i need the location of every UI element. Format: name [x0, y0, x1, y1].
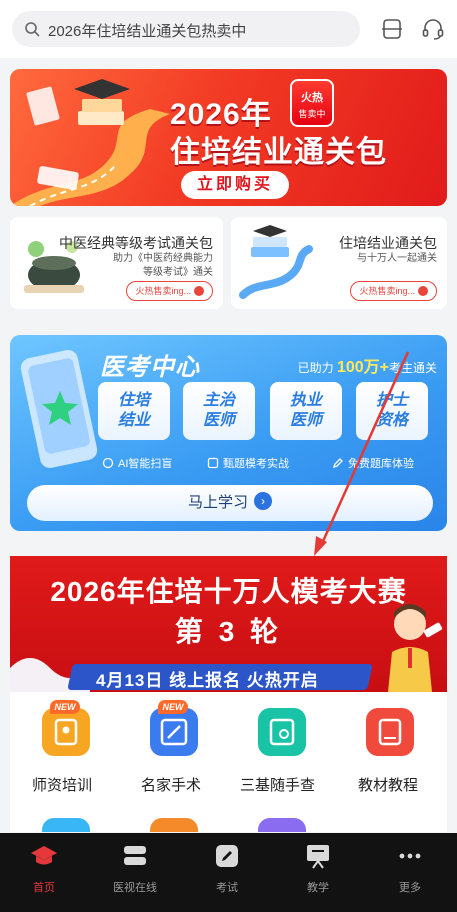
help-suffix: 考生通关: [388, 361, 437, 375]
tile-line2: 医师: [289, 412, 322, 429]
tab-label: 医视在线: [113, 882, 157, 894]
arrow-dot-icon: [418, 286, 428, 296]
grid-label-teacher-training[interactable]: 师资培训: [32, 774, 92, 795]
search-icon: [25, 22, 40, 37]
hot-sale-badge: 火热 售卖中: [290, 79, 334, 127]
feature-label: 免费题库体验: [348, 458, 414, 470]
feature-ai: AI智能扫盲: [102, 455, 172, 471]
hot-sale-pill[interactable]: 火热售卖ing...: [350, 281, 437, 301]
grid-icon-partial[interactable]: [150, 818, 198, 832]
tab-home[interactable]: 首页: [4, 843, 84, 895]
search-bar[interactable]: 2026年住培结业通关包热卖中: [12, 11, 360, 47]
mock-exam-icon: [207, 457, 219, 469]
badge-line2: 售卖中: [298, 109, 326, 119]
teaching-board-icon: [307, 845, 329, 869]
buy-now-button[interactable]: 立即购买: [181, 171, 289, 199]
tile-line2: 资格: [375, 412, 408, 429]
headset-icon[interactable]: [421, 17, 445, 41]
tab-label: 更多: [399, 882, 421, 894]
card-clearance-pack[interactable]: 住培结业通关包 与十万人一起通关 火热售卖ing...: [231, 217, 447, 309]
promo-banner-clearance-pack[interactable]: 2026年 住培结业通关包 火热 售卖中 立即购买: [10, 69, 447, 206]
top-bar: 2026年住培结业通关包热卖中: [0, 0, 457, 58]
new-badge: NEW: [50, 700, 80, 714]
grid-label-three-basics[interactable]: 三基随手查: [240, 774, 315, 795]
contest-banner[interactable]: 2026年住培十万人模考大赛 第 3 轮 4月13日 线上报名 火热开启: [10, 556, 447, 692]
tab-exam[interactable]: 考试: [187, 843, 267, 895]
exam-center-title: 医考中心: [100, 354, 200, 381]
arrow-dot-icon: [194, 286, 204, 296]
hot-sale-pill[interactable]: 火热售卖ing...: [126, 281, 213, 301]
tile-line1: 执业: [289, 392, 322, 409]
grid-icon-partial[interactable]: [42, 818, 90, 832]
card-subtitle: 与十万人一起通关: [357, 252, 437, 266]
card-subtitle-line1: 助力《中医药经典能力: [113, 253, 213, 264]
books-illustration: [239, 225, 313, 299]
teacher-training-icon[interactable]: [42, 708, 90, 756]
bottom-tab-bar: 首页 医视在线 考试 教学 更多: [0, 833, 457, 912]
card-title: 中医经典等级考试通关包: [59, 235, 213, 251]
feature-mock: 甄题模考实战: [207, 455, 289, 471]
tab-more[interactable]: 更多: [370, 843, 450, 895]
help-number: 100万+: [336, 359, 389, 376]
more-dots-icon: [399, 853, 421, 859]
tile-residency[interactable]: 住培 结业: [98, 382, 170, 440]
pill-label: 火热售卖ing...: [135, 286, 191, 296]
tile-attending[interactable]: 主治 医师: [183, 382, 255, 440]
tab-video-online[interactable]: 医视在线: [95, 843, 175, 895]
grid-icon-partial[interactable]: [258, 818, 306, 832]
card-tcm-exam-pack[interactable]: 中医经典等级考试通关包 助力《中医药经典能力 等级考试》通关 火热售卖ing..…: [10, 217, 223, 309]
tile-line2: 医师: [202, 412, 235, 429]
textbook-icon[interactable]: [366, 708, 414, 756]
phone-illustration: [20, 350, 98, 468]
pill-label: 火热售卖ing...: [359, 286, 415, 296]
cartoon-character: [388, 604, 443, 692]
tile-line1: 护士: [375, 392, 408, 409]
tile-licensed[interactable]: 执业 医师: [270, 382, 342, 440]
tab-label: 教学: [307, 882, 329, 894]
graduation-cap-icon: [31, 846, 57, 865]
banner-title-main: 住培结业通关包: [170, 136, 387, 169]
exam-center-panel: 医考中心 已助力 100万+考生通关 住培 结业 主治 医师 执业 医师 护士 …: [10, 335, 447, 531]
start-learning-button[interactable]: 马上学习 ›: [27, 485, 433, 521]
feature-free: 免费题库体验: [332, 455, 414, 471]
service-grid: NEW 师资培训 NEW 名家手术 三基随手查 教材教程: [10, 692, 447, 832]
help-stats: 已助力 100万+考生通关: [298, 353, 437, 377]
quick-lookup-icon[interactable]: [258, 708, 306, 756]
card-title: 住培结业通关包: [339, 235, 437, 251]
tile-line2: 结业: [117, 412, 150, 429]
badge-line1: 火热: [301, 92, 323, 104]
card-subtitle: 助力《中医药经典能力 等级考试》通关: [113, 252, 213, 280]
new-badge: NEW: [158, 700, 188, 714]
grid-label-textbooks[interactable]: 教材教程: [358, 774, 418, 795]
contest-info: 4月13日 线上报名 火热开启: [96, 671, 319, 690]
help-prefix: 已助力: [297, 361, 334, 375]
tab-teaching[interactable]: 教学: [278, 843, 358, 895]
tile-line1: 主治: [202, 392, 235, 409]
ai-scan-icon: [102, 457, 114, 469]
card-subtitle-line1: 与十万人一起通关: [357, 253, 437, 264]
grid-label-famous-surgery[interactable]: 名家手术: [141, 774, 201, 795]
feature-label: AI智能扫盲: [118, 458, 173, 470]
surgery-video-icon[interactable]: [150, 708, 198, 756]
tab-label: 考试: [216, 882, 238, 894]
card-subtitle-line2: 等级考试》通关: [143, 267, 213, 278]
tab-label: 首页: [33, 882, 55, 894]
search-placeholder: 2026年住培结业通关包热卖中: [48, 23, 247, 40]
scan-icon[interactable]: [380, 17, 404, 41]
video-stack-icon: [124, 846, 146, 865]
pen-icon: [332, 458, 343, 469]
exam-pen-icon: [216, 845, 238, 867]
tile-nurse[interactable]: 护士 资格: [356, 382, 428, 440]
feature-label: 甄题模考实战: [223, 458, 289, 470]
chevron-right-icon: ›: [254, 492, 272, 510]
tile-line1: 住培: [117, 392, 150, 409]
start-learning-label: 马上学习: [187, 494, 248, 511]
